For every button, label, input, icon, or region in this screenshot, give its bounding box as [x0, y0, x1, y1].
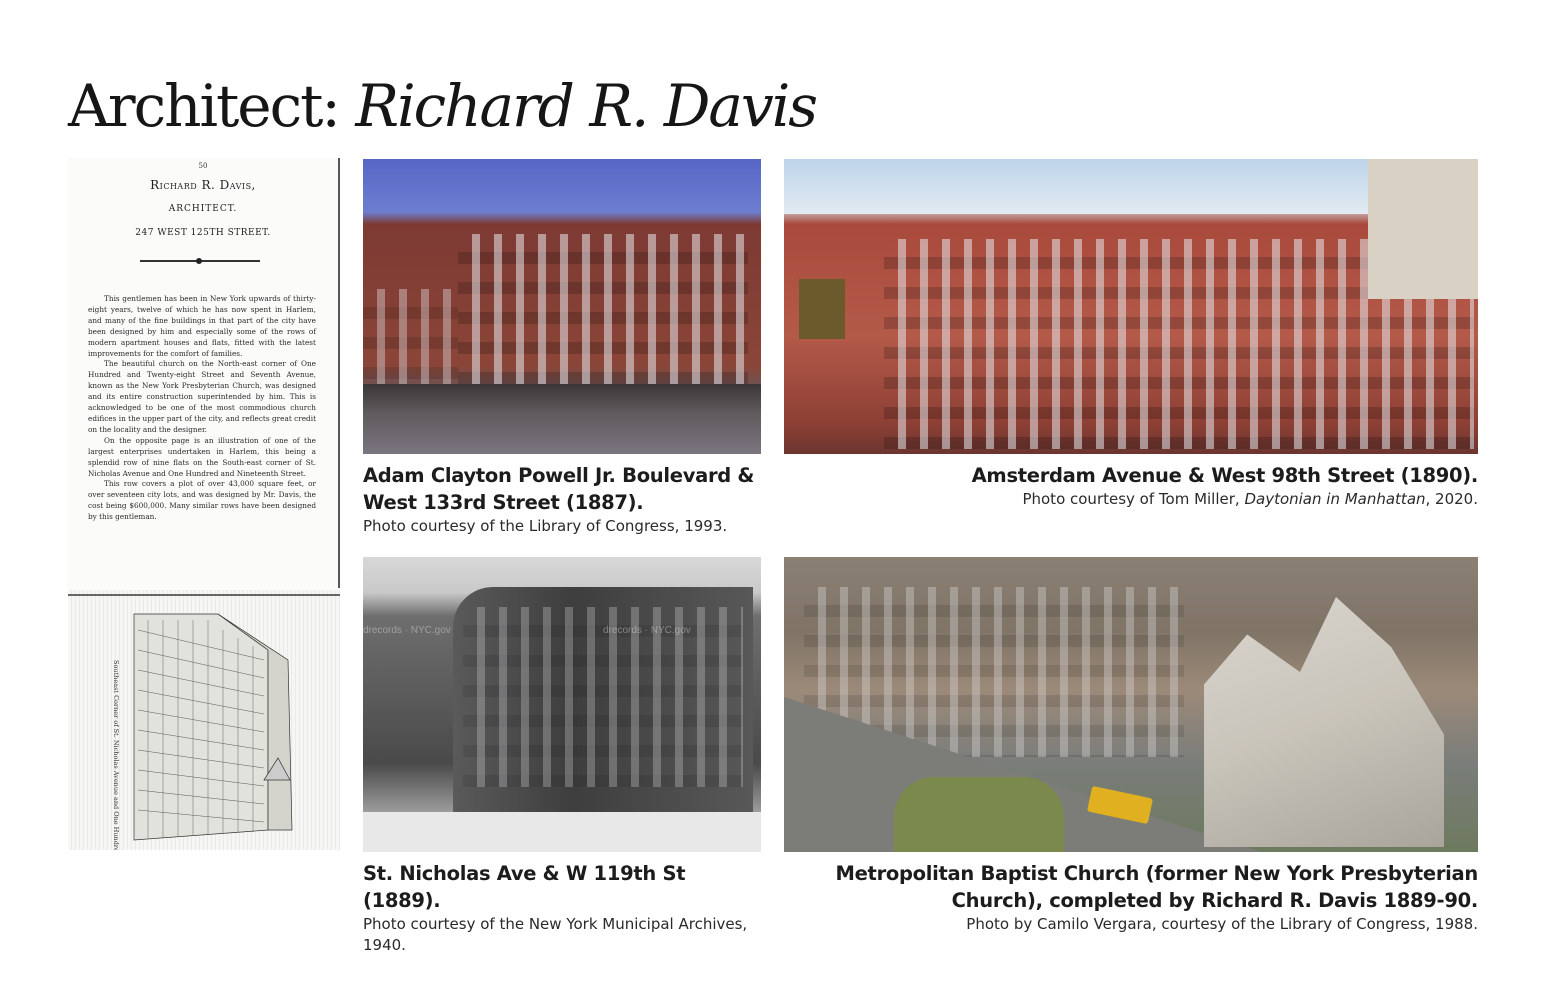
caption-title: St. Nicholas Ave & W 119th St (1889).: [363, 862, 686, 912]
architect-name: Richard R. Davis: [355, 72, 818, 140]
scan-paragraph: This row covers a plot of over 43,000 sq…: [88, 479, 316, 522]
archive-watermark: drecords · NYC.gov: [603, 625, 691, 636]
credit-suffix: , 2020.: [1425, 490, 1478, 508]
scan-heading-address: 247 WEST 125TH STREET.: [135, 228, 271, 238]
caption-photo-4: Metropolitan Baptist Church (former New …: [778, 860, 1479, 935]
scan-paragraph: The beautiful church on the North-east c…: [88, 359, 316, 434]
neighbor-building: [1368, 159, 1478, 299]
scan-body-text: This gentlemen has been in New York upwa…: [88, 294, 316, 523]
photo-adam-clayton-powell-blvd: [363, 159, 761, 454]
engraved-building-image: [133, 613, 293, 841]
caption-credit: Photo courtesy of the Library of Congres…: [363, 517, 728, 535]
ornamental-rule: [140, 258, 260, 264]
facade-windows: [458, 234, 748, 384]
traffic-signal: [799, 279, 845, 339]
photo-st-nicholas-119th: drecords · NYC.gov drecords · NYC.gov: [363, 557, 761, 852]
scan-page-number: 50: [198, 162, 208, 170]
storefronts: [363, 384, 761, 454]
scan-heading-role: ARCHITECT.: [168, 204, 238, 214]
caption-credit: Photo courtesy of the New York Municipal…: [363, 915, 748, 954]
caption-credit: Photo by Camilo Vergara, courtesy of the…: [966, 915, 1478, 933]
caption-title: Adam Clayton Powell Jr. Boulevard & West…: [363, 464, 755, 514]
photo-amsterdam-ave-98th: [784, 159, 1478, 454]
scan-paragraph: On the opposite page is an illustration …: [88, 435, 316, 478]
church-building: [1204, 597, 1444, 847]
credit-prefix: Photo courtesy of Tom Miller,: [1022, 490, 1245, 508]
caption-photo-2: Amsterdam Avenue & West 98th Street (189…: [778, 462, 1479, 510]
archive-watermark: drecords · NYC.gov: [363, 625, 451, 636]
caption-photo-1: Adam Clayton Powell Jr. Boulevard & West…: [363, 462, 763, 537]
facade-windows-left: [363, 289, 458, 399]
snowy-street: [363, 812, 761, 852]
photo-metropolitan-baptist-church: [784, 557, 1478, 852]
caption-photo-3: St. Nicholas Ave & W 119th St (1889). Ph…: [363, 860, 763, 956]
scanned-book-page: 50 Richard R. Davis, ARCHITECT. 247 WEST…: [68, 158, 340, 850]
scan-heading-name: Richard R. Davis,: [150, 178, 256, 192]
page-gutter-rule: [338, 158, 340, 588]
credit-publication: Daytonian in Manhattan: [1244, 490, 1426, 508]
engraving-illustration: Southeast Corner of St. Nicholas Avenue …: [68, 590, 340, 850]
caption-credit: Photo courtesy of Tom Miller, Daytonian …: [778, 489, 1478, 510]
page-title: Architect: Richard R. Davis: [68, 72, 818, 140]
scan-paragraph: This gentlemen has been in New York upwa…: [88, 294, 316, 358]
trees: [894, 777, 1064, 852]
caption-title: Metropolitan Baptist Church (former New …: [835, 862, 1479, 912]
caption-title: Amsterdam Avenue & West 98th Street (189…: [971, 464, 1479, 487]
title-prefix: Architect:: [68, 72, 356, 140]
